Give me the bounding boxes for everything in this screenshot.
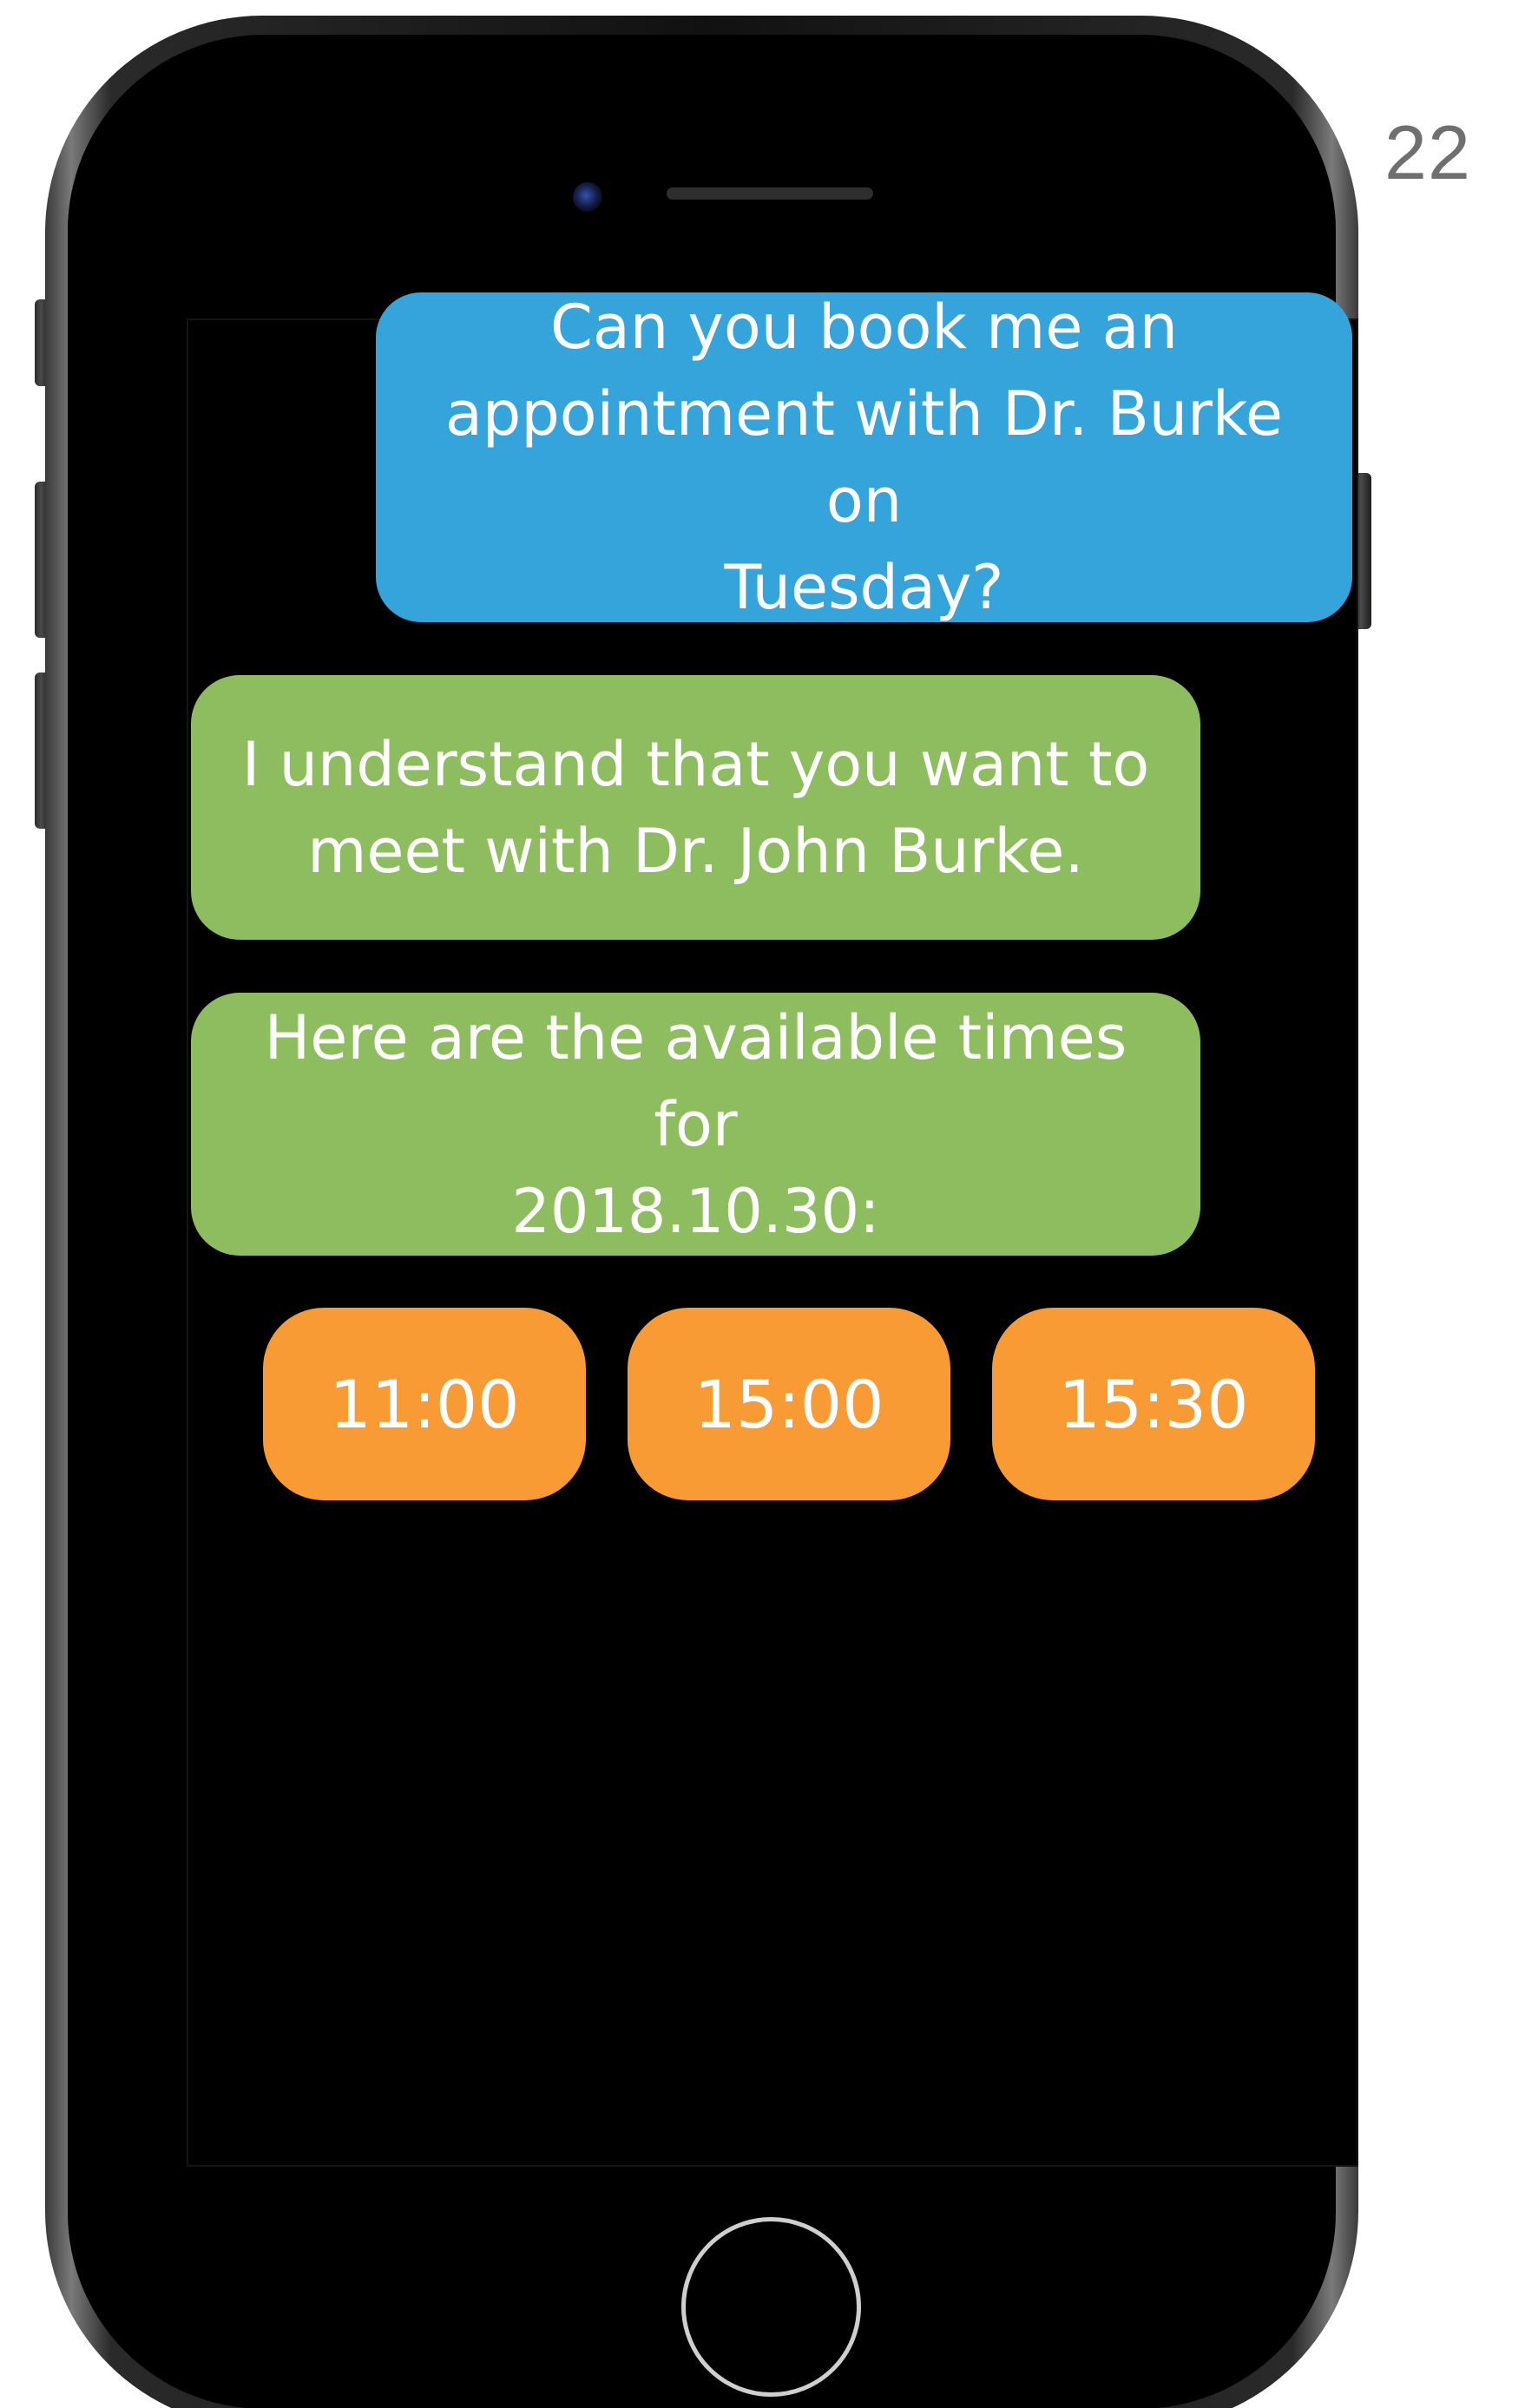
bot-message-bubble: I understand that you want to meet with … — [191, 675, 1200, 940]
slide: 22 Can you book me an appointment with D… — [0, 0, 1525, 2408]
time-slot-button-1100[interactable]: 11:00 — [263, 1308, 586, 1500]
bot-message-bubble: Here are the available times for 2018.10… — [191, 993, 1200, 1256]
phone-frame: Can you book me an appointment with Dr. … — [45, 16, 1358, 2408]
time-slot-button-1500[interactable]: 15:00 — [628, 1308, 950, 1500]
time-slot-button-1530[interactable]: 15:30 — [992, 1308, 1315, 1500]
user-message-bubble: Can you book me an appointment with Dr. … — [376, 292, 1352, 623]
camera-icon — [573, 182, 602, 212]
phone-face: Can you book me an appointment with Dr. … — [68, 35, 1358, 2408]
bot-message-text: I understand that you want to meet with … — [241, 728, 1150, 887]
home-button[interactable] — [681, 2217, 861, 2397]
user-message-text: Can you book me an appointment with Dr. … — [445, 292, 1283, 623]
speaker-grille — [667, 187, 873, 200]
bot-message-text: Here are the available times for 2018.10… — [264, 1001, 1127, 1247]
time-slot-options: 11:00 15:00 15:30 — [263, 1308, 1315, 1500]
page-number: 22 — [1384, 109, 1471, 195]
